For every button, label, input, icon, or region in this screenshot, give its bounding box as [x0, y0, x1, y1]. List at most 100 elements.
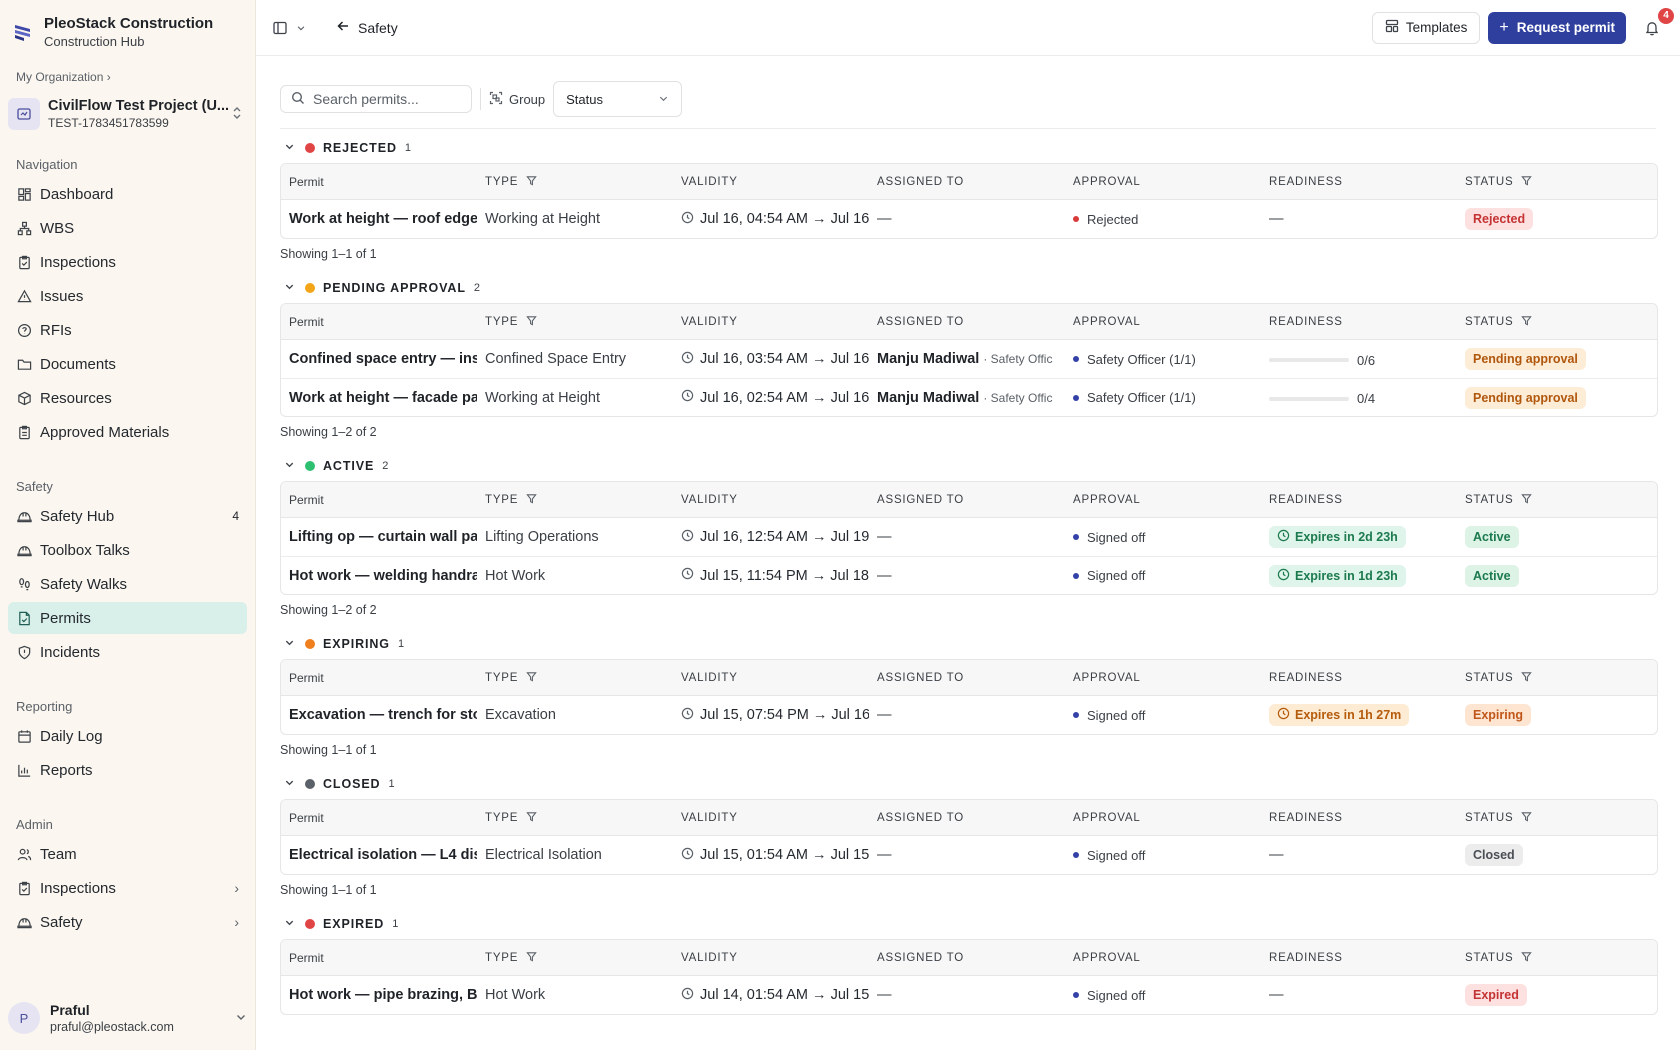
column-header-approval[interactable]: APPROVAL [1065, 940, 1261, 976]
chevron-down-icon[interactable] [284, 459, 295, 473]
column-header-type[interactable]: TYPE [477, 940, 673, 976]
table-row[interactable]: Electrical isolation — L4 dis Electrical … [281, 836, 1657, 874]
column-header-readiness[interactable]: READINESS [1261, 660, 1457, 696]
column-header-permit[interactable]: Permit [281, 940, 477, 976]
column-header-type[interactable]: TYPE [477, 482, 673, 518]
filter-icon[interactable] [1521, 811, 1533, 825]
sidebar-item-documents[interactable]: Documents [8, 348, 247, 380]
filter-icon[interactable] [526, 951, 537, 965]
table-row[interactable]: Lifting op — curtain wall pa Lifting Oper… [281, 518, 1657, 556]
permit-name[interactable]: Work at height — roof edge [281, 200, 477, 238]
column-header-validity[interactable]: VALIDITY [673, 164, 869, 200]
back-to-safety-link[interactable]: Safety [336, 19, 398, 36]
table-row[interactable]: Confined space entry — ins Confined Space… [281, 340, 1657, 378]
column-header-readiness[interactable]: READINESS [1261, 482, 1457, 518]
table-row[interactable]: Hot work — welding handra Hot Work Jul 15,… [281, 556, 1657, 594]
filter-icon[interactable] [1521, 493, 1533, 507]
filter-icon[interactable] [1521, 315, 1533, 329]
filter-icon[interactable] [526, 315, 537, 329]
group-header[interactable]: EXPIRED 1 [280, 909, 1656, 939]
column-header-readiness[interactable]: READINESS [1261, 164, 1457, 200]
organization-breadcrumb[interactable]: My Organization › [0, 58, 255, 88]
column-header-status[interactable]: STATUS [1457, 800, 1657, 836]
column-header-assigned[interactable]: ASSIGNED TO [869, 660, 1065, 696]
column-header-status[interactable]: STATUS [1457, 660, 1657, 696]
sidebar-item-team[interactable]: Team [8, 838, 247, 870]
column-header-approval[interactable]: APPROVAL [1065, 304, 1261, 340]
filter-icon[interactable] [1521, 671, 1533, 685]
column-header-permit[interactable]: Permit [281, 304, 477, 340]
column-header-permit[interactable]: Permit [281, 800, 477, 836]
column-header-status[interactable]: STATUS [1457, 940, 1657, 976]
column-header-type[interactable]: TYPE [477, 304, 673, 340]
chevron-down-icon[interactable] [284, 917, 295, 931]
column-header-type[interactable]: TYPE [477, 800, 673, 836]
column-header-status[interactable]: STATUS [1457, 482, 1657, 518]
sidebar-item-daily-log[interactable]: Daily Log [8, 720, 247, 752]
column-header-assigned[interactable]: ASSIGNED TO [869, 304, 1065, 340]
column-header-validity[interactable]: VALIDITY [673, 940, 869, 976]
permit-name[interactable]: Excavation — trench for sto [281, 696, 477, 734]
group-by-select[interactable]: Status [553, 81, 683, 117]
templates-button[interactable]: Templates [1371, 11, 1481, 44]
sidebar-item-resources[interactable]: Resources [8, 382, 247, 414]
column-header-type[interactable]: TYPE [477, 660, 673, 696]
project-switcher[interactable]: CivilFlow Test Project (U... TEST-178345… [8, 92, 247, 136]
sidebar-item-dashboard[interactable]: Dashboard [8, 178, 247, 210]
notifications-button[interactable]: 4 [1640, 7, 1674, 40]
filter-icon[interactable] [1521, 951, 1533, 965]
permit-name[interactable]: Lifting op — curtain wall pa [281, 518, 477, 556]
column-header-approval[interactable]: APPROVAL [1065, 482, 1261, 518]
column-header-status[interactable]: STATUS [1457, 164, 1657, 200]
filter-icon[interactable] [1521, 175, 1533, 189]
column-header-validity[interactable]: VALIDITY [673, 800, 869, 836]
column-header-approval[interactable]: APPROVAL [1065, 800, 1261, 836]
column-header-permit[interactable]: Permit [281, 482, 477, 518]
sidebar-item-safety-hub[interactable]: Safety Hub 4 [8, 500, 247, 532]
sidebar-item-wbs[interactable]: WBS [8, 212, 247, 244]
column-header-validity[interactable]: VALIDITY [673, 304, 869, 340]
sidebar-item-inspections[interactable]: Inspections [8, 246, 247, 278]
sidebar-item-incidents[interactable]: Incidents [8, 636, 247, 668]
brand[interactable]: PleoStack Construction Construction Hub [0, 0, 255, 58]
group-header[interactable]: REJECTED 1 [280, 133, 1656, 163]
column-header-validity[interactable]: VALIDITY [673, 660, 869, 696]
filter-icon[interactable] [526, 811, 537, 825]
sidebar-item-admin-safety[interactable]: Safety › [8, 906, 247, 938]
sidebar-item-admin-inspections[interactable]: Inspections › [8, 872, 247, 904]
column-header-assigned[interactable]: ASSIGNED TO [869, 482, 1065, 518]
filter-icon[interactable] [526, 175, 537, 189]
column-header-validity[interactable]: VALIDITY [673, 482, 869, 518]
table-row[interactable]: Work at height — facade pa Working at Hei… [281, 378, 1657, 416]
group-header[interactable]: PENDING APPROVAL 2 [280, 273, 1656, 303]
column-header-readiness[interactable]: READINESS [1261, 940, 1457, 976]
table-row[interactable]: Hot work — pipe brazing, B Hot Work Jul 14… [281, 976, 1657, 1014]
column-header-approval[interactable]: APPROVAL [1065, 164, 1261, 200]
column-header-status[interactable]: STATUS [1457, 304, 1657, 340]
user-menu[interactable]: P Praful praful@pleostack.com [8, 996, 247, 1040]
search-input[interactable]: Search permits... [280, 85, 472, 113]
sidebar-toggle-button[interactable] [272, 20, 306, 36]
sidebar-item-reports[interactable]: Reports [8, 754, 247, 786]
chevron-down-icon[interactable] [284, 777, 295, 791]
sidebar-item-rfis[interactable]: RFIs [8, 314, 247, 346]
permit-name[interactable]: Electrical isolation — L4 dis [281, 836, 477, 874]
column-header-readiness[interactable]: READINESS [1261, 800, 1457, 836]
permit-name[interactable]: Work at height — facade pa [281, 378, 477, 416]
group-header[interactable]: EXPIRING 1 [280, 629, 1656, 659]
sidebar-item-issues[interactable]: Issues [8, 280, 247, 312]
filter-icon[interactable] [526, 671, 537, 685]
table-row[interactable]: Work at height — roof edge Working at Hei… [281, 200, 1657, 238]
sidebar-item-toolbox-talks[interactable]: Toolbox Talks [8, 534, 247, 566]
table-row[interactable]: Excavation — trench for sto Excavation Jul… [281, 696, 1657, 734]
column-header-assigned[interactable]: ASSIGNED TO [869, 164, 1065, 200]
column-header-readiness[interactable]: READINESS [1261, 304, 1457, 340]
permit-name[interactable]: Hot work — pipe brazing, B [281, 976, 477, 1014]
column-header-approval[interactable]: APPROVAL [1065, 660, 1261, 696]
sidebar-item-approved-materials[interactable]: Approved Materials [8, 416, 247, 448]
column-header-permit[interactable]: Permit [281, 660, 477, 696]
group-header[interactable]: ACTIVE 2 [280, 451, 1656, 481]
group-header[interactable]: CLOSED 1 [280, 769, 1656, 799]
column-header-type[interactable]: TYPE [477, 164, 673, 200]
chevron-down-icon[interactable] [284, 281, 295, 295]
